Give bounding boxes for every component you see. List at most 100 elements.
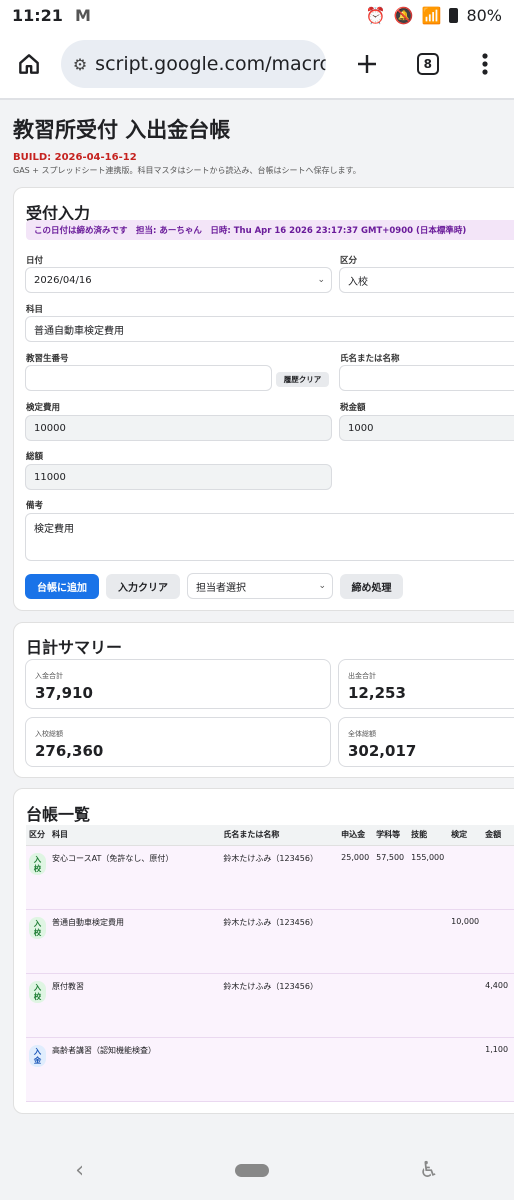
stat-label: 入校総額 [35,730,63,738]
cell-amount: 4,400 [482,973,514,1038]
site-settings-icon[interactable]: ⚙ [73,55,87,74]
page-content: 教習所受付 入出金台帳 BUILD: 2026-04-16-12 GAS + ス… [0,100,514,1140]
fee-value: 10000 [34,422,66,434]
memo-label: 備考 [26,501,44,511]
stat-enrollment-total: 入校総額 276,360 [25,717,331,767]
name-input[interactable] [339,365,514,391]
address-bar[interactable]: ⚙ script.google.com/macro [60,40,326,88]
cell-name: 鈴木たけふみ（123456） [220,909,339,974]
kubun-badge: 入校 [29,916,46,939]
stat-withdrawal-total: 出金合計 12,253 [338,659,514,709]
table-row[interactable]: 入校 原付教習 鈴木たけふみ（123456） 4,400 [26,973,514,1038]
cell-ginou [408,973,449,1038]
build-label: BUILD: 2026-04-16-12 [13,152,137,163]
kubun-select[interactable]: 入校 [339,267,514,293]
cell-amount: 1,100 [482,1037,514,1102]
battery-percent: 80% [466,5,502,25]
stat-label: 出金合計 [348,672,376,680]
page-note: GAS + スプレッドシート連携版。科目マスタはシートから読込み、台帳はシートへ… [13,166,361,175]
browser-toolbar: ⚙ script.google.com/macro 8 [0,30,514,98]
add-to-ledger-button[interactable]: 台帳に追加 [25,574,99,599]
system-nav-bar: ‹ ♿ [0,1140,514,1200]
tax-value: 1000 [348,422,374,434]
stat-value: 302,017 [348,742,417,760]
tax-input[interactable]: 1000 [339,415,514,441]
fee-input[interactable]: 10000 [25,415,332,441]
alarm-icon: ⏰ [365,5,386,25]
column-header: 技能 [408,825,449,846]
cell-gakka [373,1037,409,1102]
page-title: 教習所受付 入出金台帳 [13,118,231,142]
closed-notice: この日付は締め済みです 担当: あーちゃん 日時: Thu Apr 16 202… [26,220,514,240]
memo-textarea[interactable]: 検定費用 [25,513,514,561]
date-label: 日付 [26,256,44,266]
clear-input-button[interactable]: 入力クリア [106,574,180,599]
staff-select[interactable]: 担当者選択 ⌄ [187,573,333,599]
cell-amount [482,845,514,910]
table-row[interactable]: 入校 安心コースAT（免許なし、原付） 鈴木たけふみ（123456） 25,00… [26,845,514,910]
status-time: 11:21 [12,5,63,25]
subject-value: 普通自動車検定費用 [34,325,124,337]
history-clear-button[interactable]: 履歴クリア [276,372,329,387]
cell-ginou [408,909,449,974]
new-tab-icon[interactable] [348,44,387,84]
stat-value: 37,910 [35,684,93,702]
cell-moushikomi: 25,000 [338,845,374,910]
back-icon[interactable]: ‹ [75,1158,84,1183]
column-header: 区分 [26,825,49,846]
staff-select-value: 担当者選択 [196,582,246,594]
cell-name: 鈴木たけふみ（123456） [220,973,339,1038]
cell-gakka [373,909,409,974]
table-row[interactable]: 入金 高齢者講習（認知機能検査） 1,100 [26,1037,514,1102]
cell-moushikomi [338,973,374,1038]
name-label: 氏名または名称 [340,354,400,364]
student-number-input[interactable] [25,365,272,391]
ledger-card: 台帳一覧 区分 科目 氏名または名称 申込金 学科等 技能 検定 金額 入 校 … [13,788,514,1114]
status-bar: 11:21 M ⏰ 🔕 📶 80% [0,0,514,30]
kubun-badge: 入校 [29,980,46,1003]
more-menu-icon[interactable] [465,44,504,84]
fee-label: 検定費用 [26,403,61,413]
total-input[interactable]: 11000 [25,464,332,490]
ledger-header-row: 区分 科目 氏名または名称 申込金 学科等 技能 検定 金額 [26,825,514,846]
subject-input[interactable]: 普通自動車検定費用 [25,316,514,342]
date-value: 2026/04/16 [34,274,92,286]
summary-card: 日計サマリー 入金合計 37,910 出金合計 12,253 入校総額 276,… [13,622,514,778]
column-header: 氏名または名称 [220,825,339,846]
table-row[interactable]: 入校 普通自動車検定費用 鈴木たけふみ（123456） 10,000 [26,909,514,974]
summary-heading: 日計サマリー [26,638,123,657]
cell-kentei [448,1037,483,1102]
stat-label: 入金合計 [35,672,63,680]
tab-count: 8 [416,53,439,75]
gmail-icon: M [74,5,91,25]
cell-ginou [408,1037,449,1102]
cell-subject: 普通自動車検定費用 [49,909,221,974]
ledger-heading: 台帳一覧 [26,805,91,824]
stat-value: 12,253 [348,684,406,702]
column-header: 検定 [448,825,483,846]
stat-overall-total: 全体総額 302,017 [338,717,514,767]
stat-value: 276,360 [35,742,104,760]
column-header: 申込金 [338,825,374,846]
cell-gakka: 57,500 [373,845,409,910]
accessibility-icon[interactable]: ♿ [419,1158,439,1183]
cell-name [220,1037,339,1102]
tab-switcher-button[interactable]: 8 [408,44,447,84]
close-day-button[interactable]: 締め処理 [340,574,403,599]
column-header: 科目 [49,825,221,846]
chevron-down-icon: ⌄ [317,275,325,285]
cell-kentei: 10,000 [448,909,483,974]
stat-deposit-total: 入金合計 37,910 [25,659,331,709]
cell-subject: 原付教習 [49,973,221,1038]
kubun-value: 入校 [348,276,368,288]
cell-name: 鈴木たけふみ（123456） [220,845,339,910]
stat-label: 全体総額 [348,730,376,738]
total-value: 11000 [34,471,66,483]
ledger-table: 区分 科目 氏名または名称 申込金 学科等 技能 検定 金額 入校 安心コースA… [26,825,514,1102]
home-pill[interactable] [234,1163,269,1177]
mute-icon: 🔕 [393,5,414,25]
column-header: 学科等 [373,825,409,846]
date-select[interactable]: 2026/04/16 ⌄ [25,267,332,293]
student-number-label: 教習生番号 [26,354,69,364]
home-icon[interactable] [10,44,49,84]
